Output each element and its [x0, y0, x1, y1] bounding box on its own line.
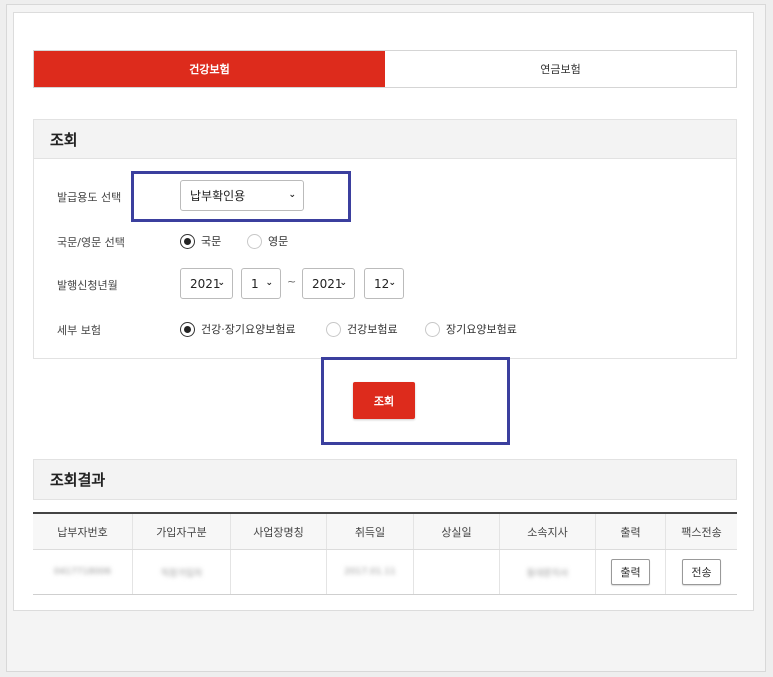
radio-english-label: 영문	[268, 235, 289, 248]
purpose-select[interactable]: 납부확인용 ⌄	[180, 180, 304, 211]
period-label: 발행신청년월	[57, 279, 118, 292]
payer-number-cell: 0417718006	[33, 550, 133, 594]
col-header: 가입자구분	[133, 514, 231, 549]
to-month-select[interactable]: 12 ⌄	[364, 268, 404, 299]
from-year-select[interactable]: 2021 ⌄	[180, 268, 233, 299]
table-row: 0417718006 직장가입자 2017.01.11 동대문지사 출력 전송	[33, 550, 737, 594]
workplace-cell	[231, 550, 327, 594]
fax-send-button[interactable]: 전송	[682, 559, 721, 585]
chevron-down-icon: ⌄	[388, 278, 396, 288]
radio-longterm-only[interactable]: 장기요양보험료	[425, 321, 517, 337]
results-table: 납부자번호 가입자구분 사업장명칭 취득일 상실일 소속지사 출력 팩스전송 0…	[33, 512, 737, 595]
print-cell: 출력	[596, 550, 666, 594]
to-year-value: 2021	[312, 276, 343, 291]
col-header: 소속지사	[500, 514, 596, 549]
chevron-down-icon: ⌄	[217, 278, 225, 288]
tab-pension-insurance[interactable]: 연금보험	[385, 51, 736, 87]
purpose-label: 발급용도 선택	[57, 191, 122, 204]
from-month-select[interactable]: 1 ⌄	[241, 268, 281, 299]
language-label: 국문/영문 선택	[57, 236, 125, 249]
insurance-tabs: 건강보험 연금보험	[33, 50, 737, 88]
lost-date-cell	[414, 550, 500, 594]
radio-health-only[interactable]: 건강보험료	[326, 321, 398, 337]
chevron-down-icon: ⌄	[339, 278, 347, 288]
to-year-select[interactable]: 2021 ⌄	[302, 268, 355, 299]
radio-unchecked-icon	[326, 321, 341, 337]
fax-cell: 전송	[666, 550, 737, 594]
col-header: 납부자번호	[33, 514, 133, 549]
chevron-down-icon: ⌄	[288, 190, 296, 200]
radio-health-longterm-label: 건강·장기요양보험료	[201, 323, 296, 336]
radio-health-only-label: 건강보험료	[347, 323, 398, 336]
col-header: 출력	[596, 514, 666, 549]
from-month-value: 1	[251, 276, 259, 291]
chevron-down-icon: ⌄	[265, 278, 273, 288]
radio-checked-icon	[180, 233, 195, 249]
radio-health-longterm[interactable]: 건강·장기요양보험료	[180, 321, 296, 337]
col-header: 팩스전송	[681, 525, 722, 539]
radio-unchecked-icon	[425, 321, 440, 337]
print-button[interactable]: 출력	[611, 559, 650, 585]
col-header: 취득일	[327, 514, 414, 549]
purpose-select-value: 납부확인용	[190, 189, 246, 203]
radio-korean[interactable]: 국문	[180, 233, 221, 249]
acquired-date-cell: 2017.01.11	[327, 550, 414, 594]
radio-longterm-only-label: 장기요양보험료	[446, 323, 517, 336]
col-header: 사업장명칭	[231, 514, 327, 549]
query-form: 발급용도 선택 납부확인용 ⌄ 국문/영문 선택 국문 영문 발행신청년월 20…	[33, 159, 737, 359]
radio-english[interactable]: 영문	[247, 233, 288, 249]
radio-korean-label: 국문	[201, 235, 222, 248]
branch-cell: 동대문지사	[500, 550, 596, 594]
table-header-row: 납부자번호 가입자구분 사업장명칭 취득일 상실일 소속지사 출력 팩스전송	[33, 514, 737, 550]
to-month-value: 12	[374, 276, 390, 291]
col-header: 상실일	[414, 514, 500, 549]
radio-unchecked-icon	[247, 233, 262, 249]
radio-checked-icon	[180, 321, 195, 337]
query-section-title: 조회	[33, 119, 737, 159]
search-button[interactable]: 조회	[353, 382, 415, 419]
period-separator: ~	[287, 275, 297, 288]
member-type-cell: 직장가입자	[133, 550, 231, 594]
insurance-detail-label: 세부 보험	[57, 324, 101, 337]
tab-health-insurance[interactable]: 건강보험	[34, 51, 385, 87]
from-year-value: 2021	[190, 276, 221, 291]
results-section-title: 조회결과	[33, 459, 737, 500]
